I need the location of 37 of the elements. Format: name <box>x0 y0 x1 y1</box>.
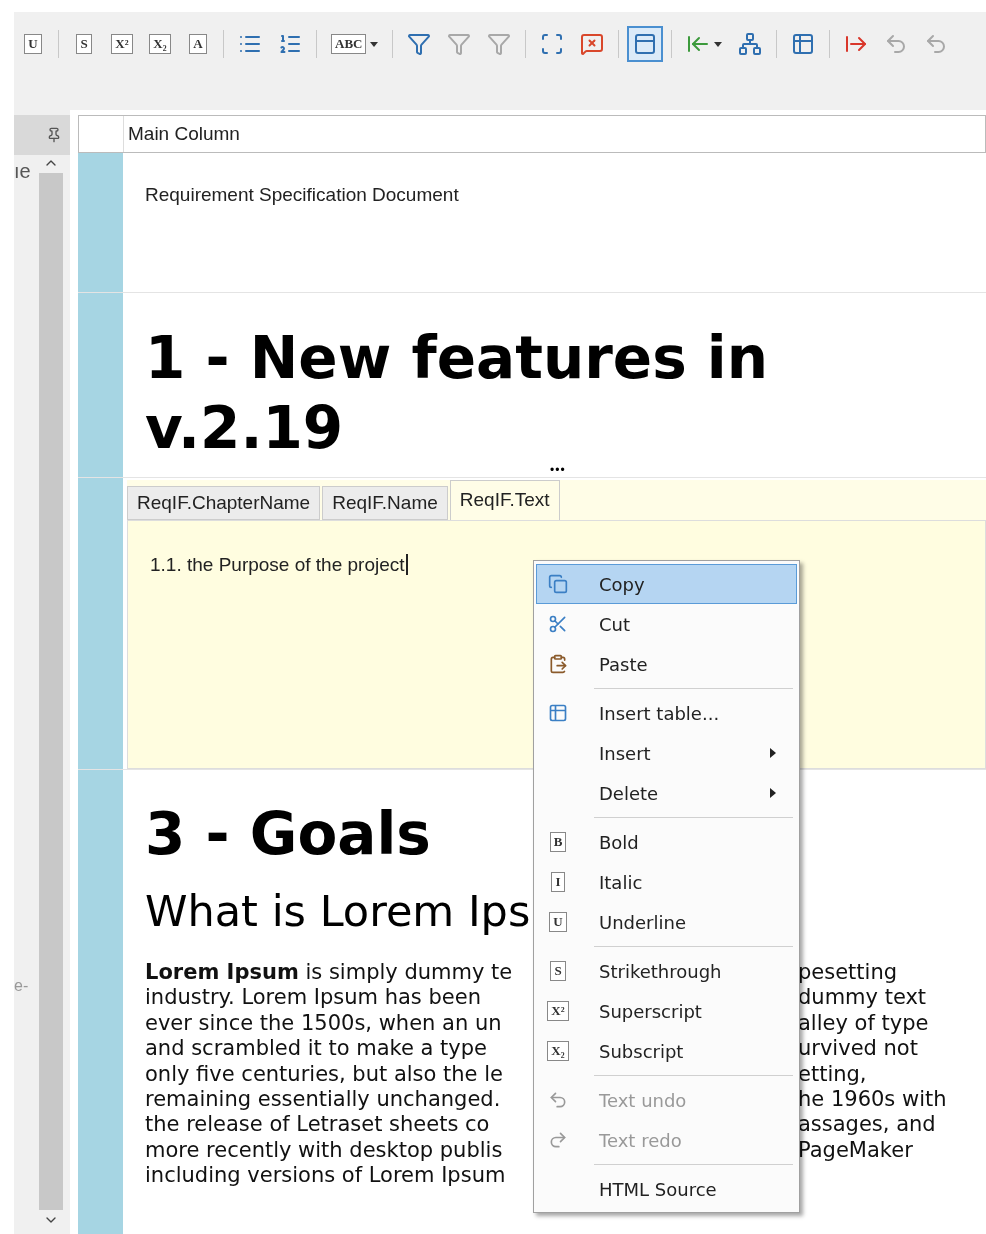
paragraph-line: alley of type <box>798 1010 929 1037</box>
format-glyph-icon: X₂ <box>547 1041 569 1061</box>
format-glyph-icon: U <box>549 912 567 932</box>
format-glyph-icon: ABC <box>331 34 367 54</box>
format-glyph-icon: A <box>189 34 207 54</box>
subheading: What is Lorem Ips <box>145 886 531 936</box>
paragraph-line: urvived not <box>798 1036 918 1062</box>
document-title: Requirement Specification Document <box>145 183 459 207</box>
paragraph-line: etting, <box>798 1061 867 1087</box>
paragraph-line: dummy text <box>798 985 927 1011</box>
format-glyph-icon: X² <box>547 1001 569 1021</box>
format-glyph-icon: I <box>551 872 565 892</box>
panel-text: ıe <box>14 161 32 181</box>
paragraph-line: including versions of Lorem Ipsum <box>145 1163 506 1189</box>
paragraph-line: pesetting <box>798 960 898 986</box>
paragraph-line: more recently with desktop publis <box>145 1137 503 1164</box>
format-glyph-icon: S <box>76 34 92 54</box>
section-heading: 3 - Goals <box>145 802 431 866</box>
panel-text: e- <box>14 978 30 994</box>
paragraph-line: PageMaker <box>798 1137 913 1164</box>
paragraph-line: Lorem Ipsum is simply dummy te <box>145 960 513 986</box>
paragraph-line: he 1960s with <box>798 1086 947 1113</box>
paragraph-line: ever since the 1500s, when an un <box>145 1010 502 1037</box>
editor-text: 1.1. the Purpose of the project <box>150 554 408 575</box>
format-glyph-icon: B <box>549 832 567 852</box>
paragraph-line: the release of Letraset sheets co <box>145 1112 490 1138</box>
format-glyph-icon: S <box>550 961 566 981</box>
paragraph-line: remaining essentially unchanged. <box>145 1086 501 1113</box>
column-title: Main Column <box>127 122 240 146</box>
paragraph-line: and scrambled it to make a type <box>145 1036 487 1062</box>
format-glyph-icon: X² <box>111 34 133 54</box>
format-glyph-icon: X₂ <box>149 34 171 54</box>
section-heading: 1 - New features in v.2.19 <box>145 323 770 463</box>
paragraph-line: industry. Lorem Ipsum has been <box>145 985 481 1011</box>
paragraph-line: only five centuries, but also the le <box>145 1061 503 1087</box>
format-glyph-icon: U <box>24 34 42 54</box>
paragraph-line: assages, and <box>798 1112 936 1138</box>
